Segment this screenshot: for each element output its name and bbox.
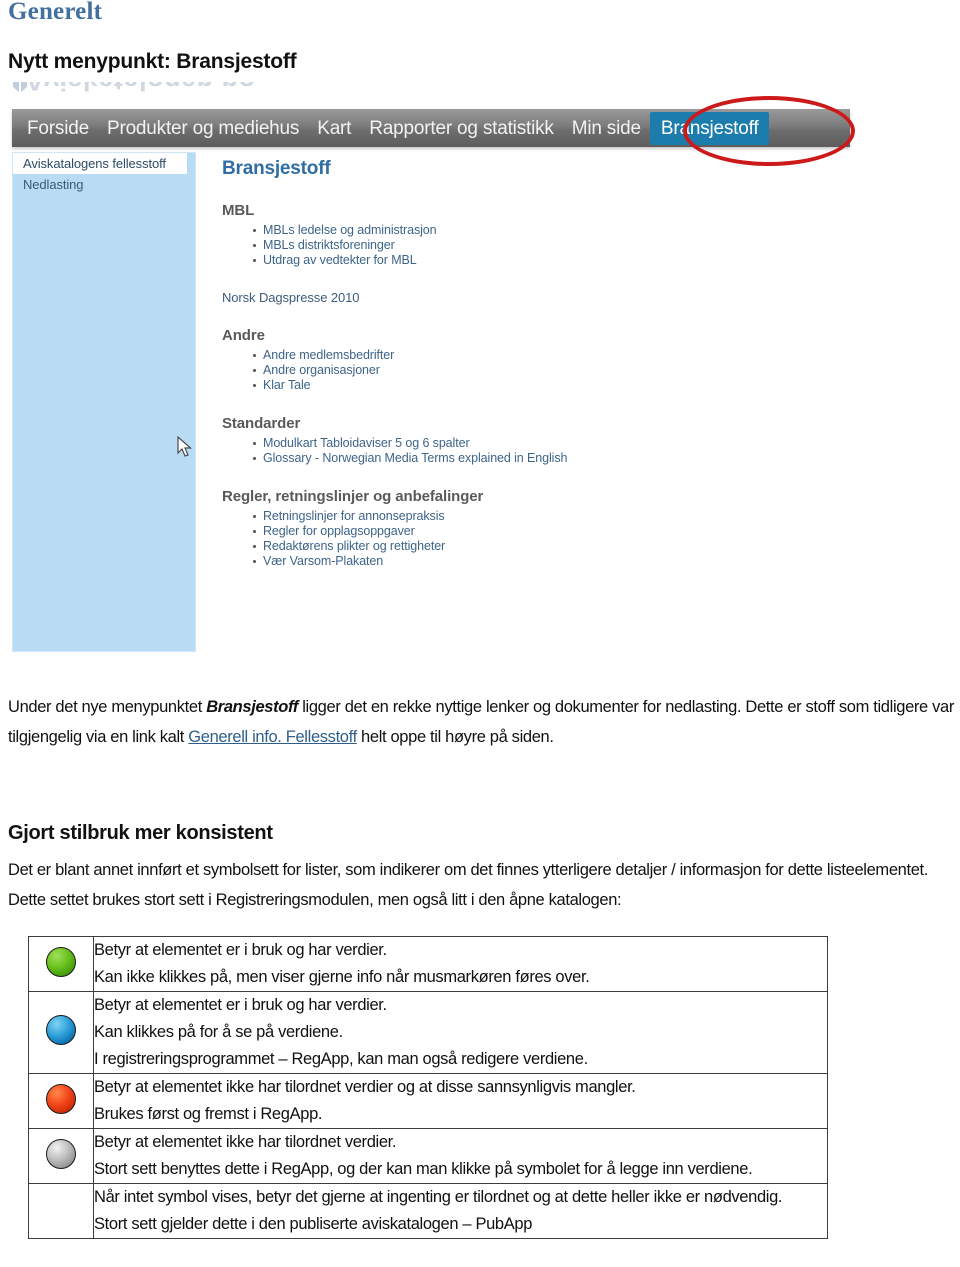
description-line: Betyr at elementet er i bruk og har verd… (94, 941, 387, 959)
list-item[interactable]: Glossary - Norwegian Media Terms explain… (253, 451, 845, 466)
description-line: Kan klikkes på for å se på verdiene. (94, 1023, 343, 1041)
intro-text-part3: helt oppe til høyre på siden. (356, 728, 554, 746)
content-group-andre: Andre Andre medlemsbedrifter Andre organ… (222, 327, 845, 393)
table-row: Betyr at elementet er i bruk og har verd… (28, 991, 828, 1074)
link-list-regler: Retningslinjer for annonsepraksis Regler… (222, 509, 845, 569)
link-generell-info-fellesstoff[interactable]: Generell info. Fellesstoff (188, 728, 357, 746)
description-cell-red: Betyr at elementet ikke har tilordnet ve… (93, 1073, 828, 1129)
description-line: Stort sett benyttes dette i RegApp, og d… (94, 1160, 753, 1178)
green-circle-icon (46, 946, 76, 977)
site-logo-strip: Aviskatalogen.no (7, 82, 867, 110)
section-heading-nytt-menypunkt: Nytt menypunkt: Bransjestoff (8, 50, 297, 73)
sidebar-item-nedlasting[interactable]: Nedlasting (13, 174, 195, 195)
content-title-bransjestoff: Bransjestoff (222, 158, 331, 179)
paragraph-intro: Under det nye menypunktet Bransjestoff l… (8, 692, 954, 752)
red-circle-icon (46, 1083, 76, 1114)
list-item[interactable]: Andre organisasjoner (253, 363, 845, 378)
list-item[interactable]: MBLs ledelse og administrasjon (253, 223, 845, 238)
description-cell-blue: Betyr at elementet er i bruk og har verd… (93, 991, 828, 1074)
paragraph-symbols-intro: Det er blant annet innført et symbolsett… (8, 861, 929, 909)
group-link-norsk-dagspresse-2010[interactable]: Norsk Dagspresse 2010 (222, 290, 845, 305)
grey-circle-icon (46, 1138, 76, 1169)
symbol-legend-table: Betyr at elementet er i bruk og har verd… (28, 936, 828, 1239)
description-line: Betyr at elementet ikke har tilordnet ve… (94, 1078, 636, 1096)
description-cell-grey: Betyr at elementet ikke har tilordnet ve… (93, 1128, 828, 1184)
group-heading-andre: Andre (222, 327, 265, 344)
nav-item-bransjestoff[interactable]: Bransjestoff (649, 111, 770, 145)
left-sidebar: Aviskatalogens fellesstoff Nedlasting (12, 152, 196, 652)
content-group-norsk-dagspresse: Norsk Dagspresse 2010 (222, 290, 845, 305)
nav-item-kart[interactable]: Kart (308, 115, 360, 142)
symbol-cell-green (28, 936, 94, 992)
nav-item-min-side[interactable]: Min side (563, 115, 650, 142)
intro-emphasis-bransjestoff: Bransjestoff (206, 698, 298, 716)
blue-circle-icon (46, 1015, 76, 1045)
list-item[interactable]: Regler for opplagsoppgaver (253, 524, 845, 539)
description-line: I registreringsprogrammet – RegApp, kan … (94, 1050, 588, 1068)
group-heading-regler: Regler, retningslinjer og anbefalinger (222, 488, 484, 505)
table-row: Betyr at elementet ikke har tilordnet ve… (28, 1128, 828, 1184)
link-list-mbl: MBLs ledelse og administrasjon MBLs dist… (222, 223, 845, 268)
list-item[interactable]: Klar Tale (253, 378, 845, 393)
list-item[interactable]: Vær Varsom-Plakaten (253, 554, 845, 569)
group-heading-standarder: Standarder (222, 415, 301, 432)
list-item[interactable]: MBLs distriktsforeninger (253, 238, 845, 253)
content-group-regler: Regler, retningslinjer og anbefalinger R… (222, 488, 845, 569)
main-navigation-bar[interactable]: Forside Produkter og mediehus Kart Rappo… (12, 109, 850, 147)
table-row: Betyr at elementet ikke har tilordnet ve… (28, 1073, 828, 1129)
mouse-cursor-icon (177, 436, 193, 457)
description-cell-empty: Når intet symbol vises, betyr det gjerne… (93, 1183, 828, 1239)
sidebar-item-aviskatalogens-fellesstoff[interactable]: Aviskatalogens fellesstoff (13, 153, 187, 174)
description-line: Når intet symbol vises, betyr det gjerne… (94, 1188, 783, 1206)
description-line: Betyr at elementet er i bruk og har verd… (94, 996, 387, 1014)
app-body: Aviskatalogens fellesstoff Nedlasting Br… (12, 150, 850, 670)
description-line: Betyr at elementet ikke har tilordnet ve… (94, 1133, 397, 1151)
nav-item-forside[interactable]: Forside (18, 115, 98, 142)
table-row: Betyr at elementet er i bruk og har verd… (28, 936, 828, 992)
list-item[interactable]: Andre medlemsbedrifter (253, 348, 845, 363)
page-title-generelt: Generelt (8, 0, 103, 25)
embedded-screenshot: Aviskatalogen.no Forside Produkter og me… (7, 82, 867, 672)
symbol-cell-red (28, 1073, 94, 1129)
description-cell-green: Betyr at elementet er i bruk og har verd… (93, 936, 828, 992)
site-logo-text: Aviskatalogen.no (25, 82, 256, 96)
list-item[interactable]: Redaktørens plikter og rettigheter (253, 539, 845, 554)
section-heading-gjort-stilbruk: Gjort stilbruk mer konsistent (8, 822, 273, 844)
link-list-andre: Andre medlemsbedrifter Andre organisasjo… (222, 348, 845, 393)
symbol-cell-empty (28, 1183, 94, 1239)
description-line: Stort sett gjelder dette i den publisert… (94, 1215, 533, 1233)
description-line: Brukes først og fremst i RegApp. (94, 1105, 323, 1123)
link-list-standarder: Modulkart Tabloidaviser 5 og 6 spalter G… (222, 436, 845, 466)
list-item[interactable]: Utdrag av vedtekter for MBL (253, 253, 845, 268)
nav-item-rapporter-og-statistikk[interactable]: Rapporter og statistikk (360, 115, 562, 142)
list-item[interactable]: Retningslinjer for annonsepraksis (253, 509, 845, 524)
content-group-mbl: MBL MBLs ledelse og administrasjon MBLs … (222, 202, 845, 268)
nav-item-produkter-og-mediehus[interactable]: Produkter og mediehus (98, 115, 308, 142)
table-row: Når intet symbol vises, betyr det gjerne… (28, 1183, 828, 1239)
description-line: Kan ikke klikkes på, men viser gjerne in… (94, 968, 590, 986)
symbol-cell-grey (28, 1128, 94, 1184)
main-content-panel: Bransjestoff MBL MBLs ledelse og adminis… (215, 150, 845, 569)
list-item[interactable]: Modulkart Tabloidaviser 5 og 6 spalter (253, 436, 845, 451)
symbol-cell-blue (28, 991, 94, 1074)
intro-text-part1: Under det nye menypunktet (8, 698, 207, 716)
group-heading-mbl: MBL (222, 202, 255, 219)
content-group-standarder: Standarder Modulkart Tabloidaviser 5 og … (222, 415, 845, 466)
